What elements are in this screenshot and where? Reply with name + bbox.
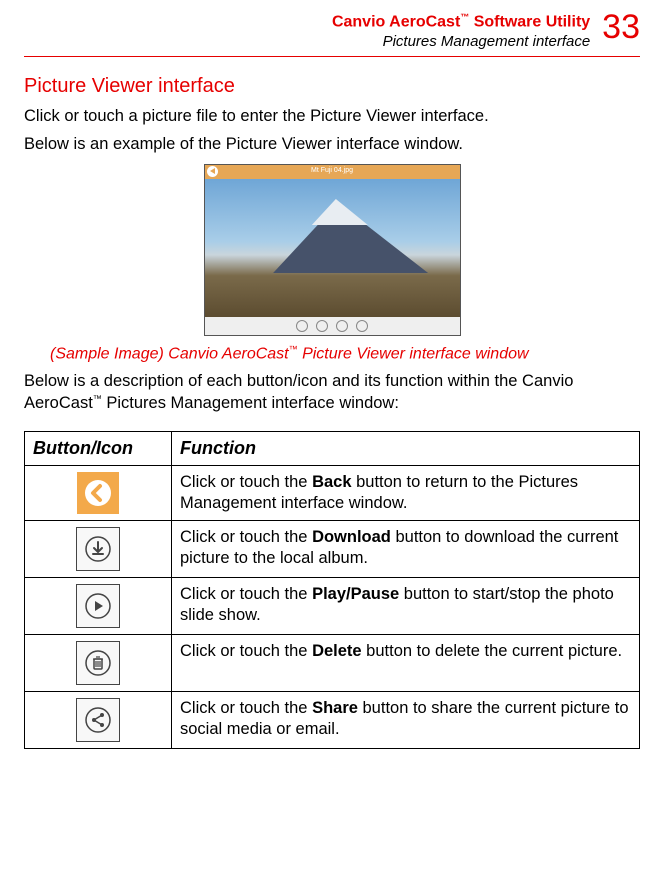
- doc-title-prefix: Canvio AeroCast: [332, 13, 460, 30]
- download-icon: [76, 527, 120, 571]
- button-function-table: Button/Icon Function Click or touch the …: [24, 431, 640, 749]
- viewer-photo: [205, 179, 460, 317]
- sample-caption: (Sample Image) Canvio AeroCast™ Picture …: [50, 344, 570, 363]
- page-number: 33: [602, 10, 640, 44]
- doc-subtitle: Pictures Management interface: [24, 33, 590, 50]
- function-desc: Click or touch the Download button to do…: [172, 520, 640, 577]
- intro-paragraph-1: Click or touch a picture file to enter t…: [24, 106, 640, 128]
- header-rule: [24, 56, 640, 57]
- function-desc: Click or touch the Delete button to dele…: [172, 634, 640, 691]
- table-row: Click or touch the Download button to do…: [25, 520, 640, 577]
- play-pause-icon: [76, 584, 120, 628]
- toolbar-download-icon: [296, 320, 308, 332]
- share-icon: [76, 698, 120, 742]
- section-heading: Picture Viewer interface: [24, 75, 640, 98]
- table-intro: Below is a description of each button/ic…: [24, 371, 640, 415]
- page-header: Canvio AeroCast™ Software Utility Pictur…: [24, 12, 640, 54]
- caption-suffix: Picture Viewer interface window: [298, 345, 529, 362]
- toolbar-delete-icon: [336, 320, 348, 332]
- table-row: Click or touch the Share button to share…: [25, 691, 640, 748]
- viewer-topbar: Mt Fuji 04.jpg: [205, 165, 460, 179]
- table-row: Click or touch the Back button to return…: [25, 465, 640, 520]
- function-desc: Click or touch the Back button to return…: [172, 465, 640, 520]
- function-desc: Click or touch the Share button to share…: [172, 691, 640, 748]
- sample-screenshot: Mt Fuji 04.jpg: [24, 164, 640, 336]
- doc-title-suffix: Software Utility: [469, 13, 590, 30]
- trademark-symbol: ™: [460, 12, 469, 22]
- column-header-icon: Button/Icon: [25, 431, 172, 465]
- table-row: Click or touch the Delete button to dele…: [25, 634, 640, 691]
- column-header-function: Function: [172, 431, 640, 465]
- viewer-filename: Mt Fuji 04.jpg: [205, 167, 460, 174]
- toolbar-share-icon: [356, 320, 368, 332]
- function-desc: Click or touch the Play/Pause button to …: [172, 577, 640, 634]
- trademark-symbol: ™: [93, 393, 102, 403]
- caption-prefix: (Sample Image) Canvio AeroCast: [50, 345, 289, 362]
- delete-icon: [76, 641, 120, 685]
- back-icon: [77, 472, 119, 514]
- table-row: Click or touch the Play/Pause button to …: [25, 577, 640, 634]
- table-intro-2: Pictures Management interface window:: [102, 394, 399, 412]
- toolbar-play-icon: [316, 320, 328, 332]
- doc-title: Canvio AeroCast™ Software Utility: [24, 12, 590, 31]
- viewer-toolbar: [205, 317, 460, 335]
- trademark-symbol: ™: [289, 344, 298, 354]
- intro-paragraph-2: Below is an example of the Picture Viewe…: [24, 134, 640, 156]
- table-header-row: Button/Icon Function: [25, 431, 640, 465]
